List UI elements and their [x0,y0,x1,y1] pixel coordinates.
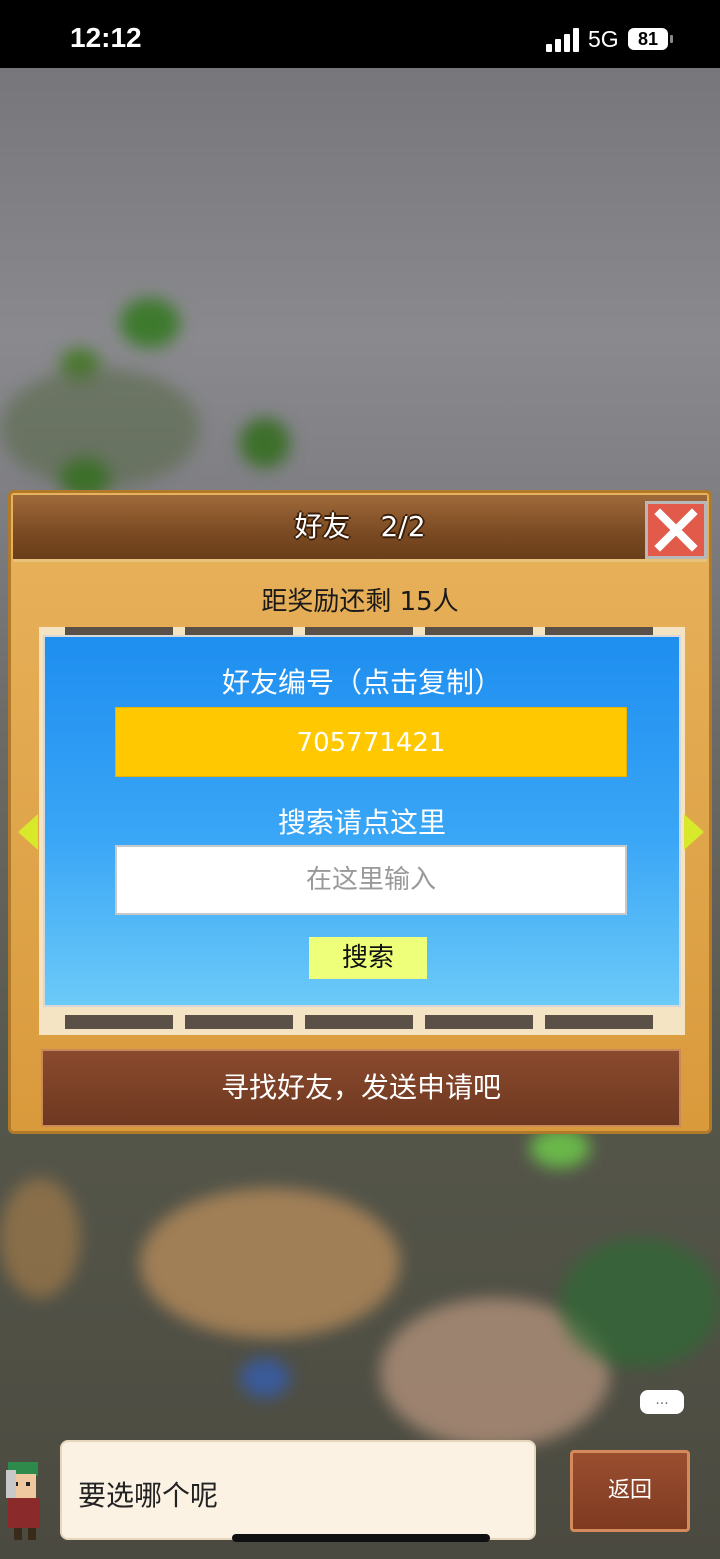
arrow-right-icon[interactable] [684,814,704,850]
battery-icon: 81 [628,28,668,50]
panel-top-slots [65,627,659,635]
battery-tip [670,35,673,43]
panel-bottom-slots [65,1015,659,1029]
status-bar: 12:12 5G 81 [0,0,720,68]
dialog-header: 好友 2/2 [13,495,707,562]
friends-dialog: 好友 2/2 距奖励还剩 15人 好友编号（点击复制） 705771421 搜索请… [8,490,712,1134]
speech-text: 要选哪个呢 [78,1479,219,1512]
panel-frame: 好友编号（点击复制） 705771421 搜索请点这里 搜索 [39,627,685,1035]
chat-bubble-icon[interactable]: ... [640,1390,684,1414]
close-icon [654,508,698,552]
dialog-title-text: 好友 [294,510,351,543]
back-button[interactable]: 返回 [570,1450,690,1532]
signal-icon [546,28,580,52]
search-hint: 搜索请点这里 [277,806,446,839]
reward-remaining-text: 距奖励还剩 15人 [261,587,459,617]
close-button[interactable] [645,501,707,559]
find-friends-button[interactable]: 寻找好友，发送申请吧 [41,1049,681,1127]
dialog-page: 2/2 [380,510,426,543]
dialog-title: 好友 2/2 [13,495,707,559]
arrow-left-icon[interactable] [18,814,38,850]
speech-bubble: 要选哪个呢 [60,1440,536,1540]
friend-code-value[interactable]: 705771421 [115,707,627,777]
status-time: 12:12 [70,22,142,53]
search-input[interactable] [115,845,627,915]
home-indicator [232,1534,490,1542]
search-button[interactable]: 搜索 [309,937,427,979]
friend-code-label[interactable]: 好友编号（点击复制） [45,661,679,701]
network-type: 5G [588,26,619,52]
friend-panel: 好友编号（点击复制） 705771421 搜索请点这里 搜索 [43,635,681,1007]
character-avatar [6,1462,40,1540]
